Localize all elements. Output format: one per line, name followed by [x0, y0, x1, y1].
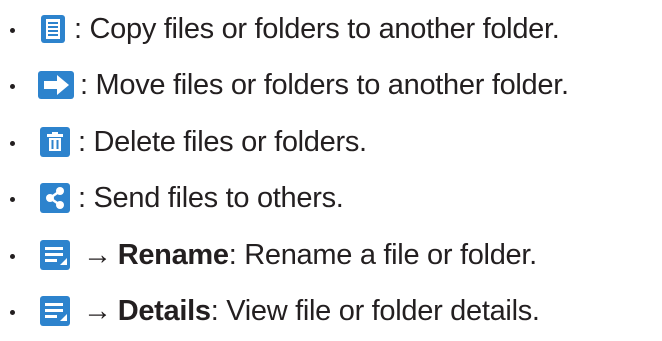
details-description: : View file or folder details. [210, 295, 540, 328]
item-text: : Move files or folders to another folde… [80, 71, 569, 100]
item-text: : Send files to others. [78, 184, 344, 213]
move-description: : Move files or folders to another folde… [80, 69, 569, 102]
item-text: → Details: View file or folder details. [83, 297, 540, 326]
copy-icon [41, 15, 65, 43]
bullet [10, 28, 15, 33]
share-description: : Send files to others. [78, 182, 344, 215]
item-text: : Delete files or folders. [78, 128, 367, 157]
item-text: : Copy files or folders to another folde… [74, 15, 560, 44]
menu-option-details: Details [117, 295, 211, 328]
share-icon [40, 183, 70, 213]
bullet [10, 141, 15, 146]
feature-list: : Copy files or folders to another folde… [0, 0, 662, 341]
bullet [10, 84, 15, 89]
bullet [10, 254, 15, 259]
bullet [10, 197, 15, 202]
menu-icon [40, 240, 70, 270]
rename-description: : Rename a file or folder. [228, 239, 537, 272]
menu-option-rename: Rename [117, 239, 229, 272]
move-icon [38, 71, 74, 99]
delete-icon [40, 127, 70, 157]
bullet [10, 310, 15, 315]
copy-description: : Copy files or folders to another folde… [74, 13, 560, 46]
item-text: → Rename: Rename a file or folder. [83, 241, 537, 270]
arrow-symbol: → [83, 295, 112, 328]
arrow-symbol: → [83, 239, 112, 272]
delete-description: : Delete files or folders. [78, 126, 367, 159]
menu-icon [40, 296, 70, 326]
